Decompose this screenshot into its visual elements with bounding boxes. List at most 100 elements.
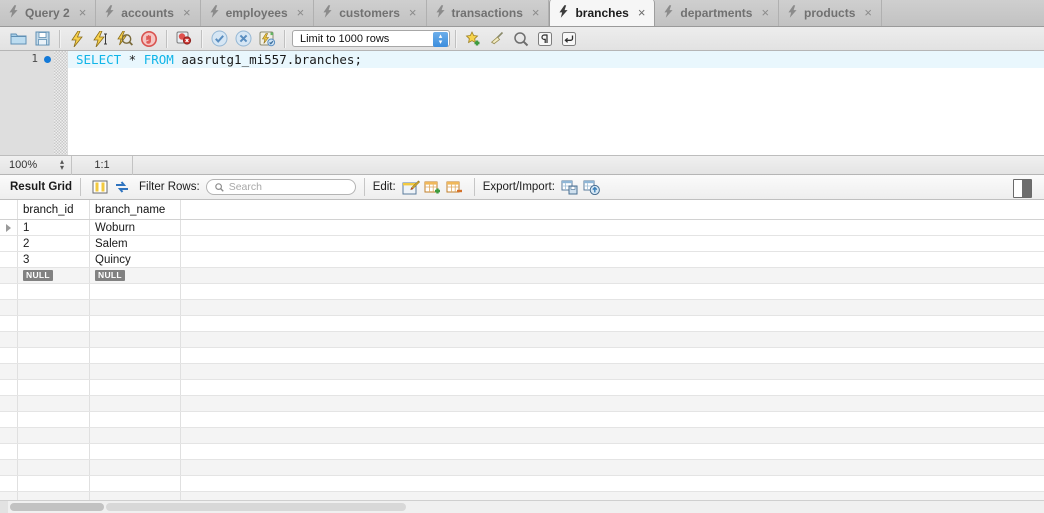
empty-cell[interactable] (18, 364, 90, 379)
cell-branch-id[interactable]: 3 (18, 252, 90, 267)
row-selector[interactable] (0, 268, 18, 283)
close-icon[interactable]: × (295, 6, 305, 19)
commit-check-icon[interactable] (207, 28, 231, 50)
editor-code-area[interactable]: SELECT * FROM aasrutg1_mi557.branches; (68, 51, 1044, 155)
grid-plus-icon[interactable] (422, 177, 444, 197)
empty-cell[interactable] (18, 428, 90, 443)
empty-cell[interactable] (181, 284, 1044, 299)
cell-branch-name[interactable]: Quincy (90, 252, 181, 267)
column-header-branch-name[interactable]: branch_name (90, 200, 181, 219)
row-selector[interactable] (0, 348, 18, 363)
empty-cell[interactable] (181, 348, 1044, 363)
column-header-branch-id[interactable]: branch_id (18, 200, 90, 219)
swap-arrows-icon[interactable] (111, 177, 133, 197)
close-icon[interactable]: × (530, 6, 540, 19)
cell-filler[interactable] (181, 268, 1044, 283)
blue-dot-marker[interactable] (44, 56, 51, 63)
empty-cell[interactable] (181, 316, 1044, 331)
empty-cell[interactable] (181, 476, 1044, 491)
empty-cell[interactable] (18, 380, 90, 395)
editor-tab-products[interactable]: products × (779, 0, 882, 26)
broom-icon[interactable] (485, 28, 509, 50)
empty-cell[interactable] (90, 428, 181, 443)
empty-cell[interactable] (18, 332, 90, 347)
cell-branch-id[interactable]: 2 (18, 236, 90, 251)
table-row[interactable]: 2 Salem (0, 236, 1044, 252)
row-selector[interactable] (0, 492, 18, 500)
empty-cell[interactable] (181, 396, 1044, 411)
horizontal-scrollbar[interactable] (0, 500, 1044, 513)
empty-cell[interactable] (18, 396, 90, 411)
rollback-x-icon[interactable] (231, 28, 255, 50)
close-icon[interactable]: × (181, 6, 191, 19)
empty-cell[interactable] (18, 316, 90, 331)
scrollbar-thumb[interactable] (10, 503, 104, 511)
empty-cell[interactable] (181, 364, 1044, 379)
new-record-row[interactable]: NULL NULL (0, 268, 1044, 284)
empty-cell[interactable] (18, 476, 90, 491)
editor-tab-query-2[interactable]: Query 2 × (0, 0, 97, 26)
stop-hand-icon[interactable] (137, 28, 161, 50)
empty-cell[interactable] (90, 444, 181, 459)
empty-cell[interactable] (90, 332, 181, 347)
star-plus-icon[interactable] (461, 28, 485, 50)
cell-branch-id-null[interactable]: NULL (18, 268, 90, 283)
export-floppy-icon[interactable] (559, 177, 581, 197)
close-icon[interactable]: × (636, 6, 646, 19)
close-icon[interactable]: × (759, 6, 769, 19)
column-header-filler[interactable] (181, 200, 1044, 219)
row-selector[interactable] (0, 460, 18, 475)
empty-cell[interactable] (181, 300, 1044, 315)
row-selector[interactable] (0, 316, 18, 331)
editor-tab-employees[interactable]: employees × (201, 0, 315, 26)
empty-cell[interactable] (181, 460, 1044, 475)
cell-branch-name-null[interactable]: NULL (90, 268, 181, 283)
empty-cell[interactable] (90, 284, 181, 299)
lightning-magnifier-icon[interactable] (113, 28, 137, 50)
cell-branch-id[interactable]: 1 (18, 220, 90, 235)
row-selector[interactable] (0, 300, 18, 315)
close-icon[interactable]: × (407, 6, 417, 19)
floppy-save-icon[interactable] (30, 28, 54, 50)
stop-on-error-icon[interactable] (172, 28, 196, 50)
row-selector-header[interactable] (0, 200, 18, 219)
empty-cell[interactable] (90, 492, 181, 500)
editor-tab-transactions[interactable]: transactions × (427, 0, 550, 26)
zoom-level-control[interactable]: 100% ▴ ▾ (0, 155, 72, 175)
empty-cell[interactable] (90, 380, 181, 395)
cell-filler[interactable] (181, 236, 1044, 251)
cell-branch-name[interactable]: Salem (90, 236, 181, 251)
editor-tab-departments[interactable]: departments × (655, 0, 780, 26)
empty-cell[interactable] (18, 284, 90, 299)
zoom-stepper[interactable]: ▴ ▾ (60, 157, 64, 171)
editor-tab-accounts[interactable]: accounts × (96, 0, 201, 26)
empty-cell[interactable] (90, 460, 181, 475)
grid-columns-icon[interactable] (89, 177, 111, 197)
empty-cell[interactable] (18, 460, 90, 475)
empty-cell[interactable] (181, 428, 1044, 443)
empty-cell[interactable] (181, 332, 1044, 347)
empty-cell[interactable] (181, 444, 1044, 459)
pilcrow-icon[interactable] (533, 28, 557, 50)
empty-cell[interactable] (90, 396, 181, 411)
row-selector[interactable] (0, 284, 18, 299)
grid-minus-icon[interactable] (444, 177, 466, 197)
row-selector[interactable] (0, 396, 18, 411)
lightning-cursor-icon[interactable] (89, 28, 113, 50)
scrollbar-thumb-secondary[interactable] (106, 503, 406, 511)
empty-cell[interactable] (90, 316, 181, 331)
editor-tab-customers[interactable]: customers × (314, 0, 427, 26)
empty-cell[interactable] (18, 412, 90, 427)
empty-cell[interactable] (90, 348, 181, 363)
row-selector[interactable] (0, 252, 18, 267)
row-limit-select[interactable]: Limit to 1000 rows ▴ ▾ (292, 30, 450, 47)
empty-cell[interactable] (18, 492, 90, 500)
magnifier-icon[interactable] (509, 28, 533, 50)
empty-cell[interactable] (90, 412, 181, 427)
row-limit-stepper[interactable]: ▴ ▾ (433, 32, 448, 47)
sidebar-toggle-icon[interactable] (1013, 179, 1032, 198)
editor-tab-branches[interactable]: branches × (549, 0, 656, 26)
lightning-execute-icon[interactable] (65, 28, 89, 50)
empty-cell[interactable] (90, 300, 181, 315)
wrap-lines-icon[interactable] (557, 28, 581, 50)
